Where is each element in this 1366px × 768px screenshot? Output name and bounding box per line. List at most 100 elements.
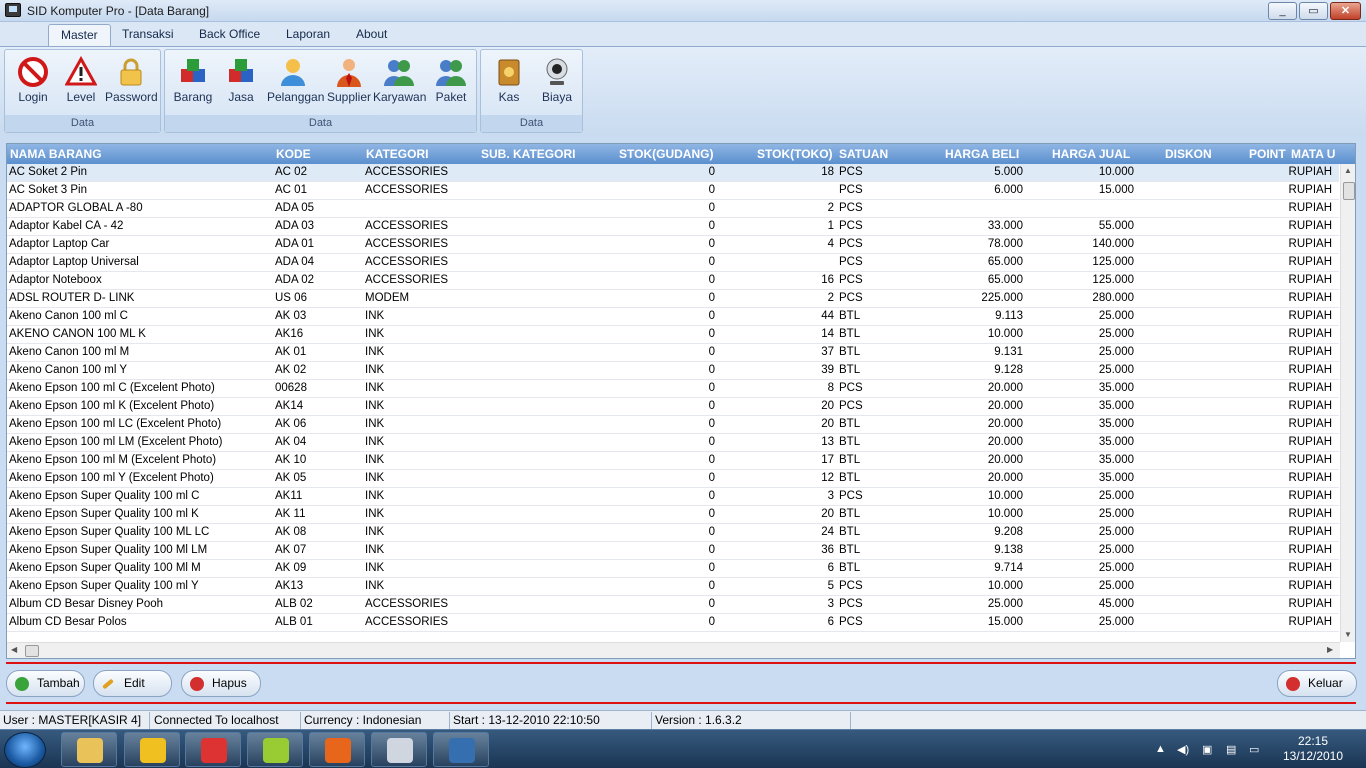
table-row[interactable]: Akeno Epson Super Quality 100 Ml LM AK 07…: [7, 542, 1339, 560]
col-stok-gudang[interactable]: STOK(GUDANG): [619, 147, 713, 161]
horizontal-scroll-thumb[interactable]: [25, 645, 39, 657]
tambah-button[interactable]: Tambah: [6, 670, 85, 697]
table-row[interactable]: Akeno Epson 100 ml M (Excelent Photo) AK …: [7, 452, 1339, 470]
col-satuan[interactable]: SATUAN: [839, 147, 888, 161]
volume-icon[interactable]: ◀): [1177, 743, 1189, 756]
table-row[interactable]: AC Soket 2 Pin AC 02 ACCESSORIES 0 18 PCS 5.00…: [7, 164, 1339, 182]
jasa-button[interactable]: Jasa: [215, 52, 267, 108]
table-row[interactable]: Akeno Epson 100 ml LM (Excelent Photo) AK…: [7, 434, 1339, 452]
table-row[interactable]: Akeno Epson 100 ml Y (Excelent Photo) AK …: [7, 470, 1339, 488]
table-cell: ADA 02: [275, 274, 314, 286]
taskbar-app-firefox[interactable]: [309, 732, 365, 767]
table-row[interactable]: Akeno Epson 100 ml C (Excelent Photo) 006…: [7, 380, 1339, 398]
table-row[interactable]: Akeno Canon 100 ml M AK 01 INK 0 37 BTL 9.131 2…: [7, 344, 1339, 362]
taskbar-app-explorer[interactable]: [61, 732, 117, 767]
col-point[interactable]: POINT: [1249, 147, 1286, 161]
paket-button[interactable]: Paket: [425, 52, 477, 108]
scroll-down-icon[interactable]: ▼: [1344, 630, 1352, 639]
table-row[interactable]: Akeno Canon 100 ml C AK 03 INK 0 44 BTL 9.113 2…: [7, 308, 1339, 326]
supplier-button[interactable]: Supplier: [323, 52, 375, 108]
col-sub-kategori[interactable]: SUB. KATEGORI: [481, 147, 575, 161]
pelanggan-button[interactable]: Pelanggan: [267, 52, 324, 108]
password-button[interactable]: Password: [105, 52, 158, 108]
taskbar-app-monitor[interactable]: [371, 732, 427, 767]
table-row[interactable]: AC Soket 3 Pin AC 01 ACCESSORIES 0 PCS 6.000 1…: [7, 182, 1339, 200]
col-kategori[interactable]: KATEGORI: [366, 147, 428, 161]
data-grid: NAMA BARANG KODE KATEGORI SUB. KATEGORI …: [6, 143, 1356, 659]
col-kode[interactable]: KODE: [276, 147, 311, 161]
level-button[interactable]: Level: [55, 52, 107, 108]
tab-back-office[interactable]: Back Office: [187, 24, 272, 46]
hs-icon: [263, 738, 289, 763]
col-harga-beli[interactable]: HARGA BELI: [945, 147, 1019, 161]
col-harga-jual[interactable]: HARGA JUAL: [1052, 147, 1130, 161]
scroll-up-icon[interactable]: ▲: [1344, 166, 1352, 175]
tab-master[interactable]: Master: [48, 24, 111, 46]
show-hidden-icons-icon[interactable]: ▲: [1155, 743, 1166, 755]
table-row[interactable]: AKENO CANON 100 ML K AK16 INK 0 14 BTL 10.000 2…: [7, 326, 1339, 344]
table-row[interactable]: Akeno Epson Super Quality 100 Ml M AK 09 I…: [7, 560, 1339, 578]
network-icon[interactable]: ▣: [1202, 743, 1212, 756]
hapus-button[interactable]: Hapus: [181, 670, 261, 697]
clock[interactable]: 22:15 13/12/2010: [1282, 734, 1344, 764]
col-nama-barang[interactable]: NAMA BARANG: [10, 147, 102, 161]
table-cell: AK 11: [275, 508, 306, 520]
col-stok-toko[interactable]: STOK(TOKO): [757, 147, 833, 161]
table-row[interactable]: Akeno Epson 100 ml LC (Excelent Photo) AK…: [7, 416, 1339, 434]
scroll-right-icon[interactable]: ▶: [1327, 645, 1333, 654]
taskbar-app-app-7[interactable]: [124, 732, 180, 767]
minimize-button[interactable]: _: [1268, 2, 1297, 20]
tab-about[interactable]: About: [344, 24, 399, 46]
table-row[interactable]: Akeno Epson Super Quality 100 ml Y AK13 IN…: [7, 578, 1339, 596]
barang-button[interactable]: Barang: [167, 52, 219, 108]
table-cell: AK 04: [275, 436, 307, 448]
table-cell: RUPIAH: [1288, 256, 1332, 268]
taskbar-app-media[interactable]: [433, 732, 489, 767]
tab-laporan[interactable]: Laporan: [274, 24, 342, 46]
table-row[interactable]: ADSL ROUTER D- LINK US 06 MODEM 0 2 PCS 225.00…: [7, 290, 1339, 308]
table-row[interactable]: Akeno Epson Super Quality 100 ml K AK 11 I…: [7, 506, 1339, 524]
horizontal-scrollbar[interactable]: ◀ ▶: [7, 642, 1340, 658]
karyawan-button[interactable]: Karyawan: [373, 52, 426, 108]
table-cell: ACCESSORIES: [365, 166, 449, 178]
maximize-button[interactable]: ▭: [1299, 2, 1328, 20]
table-cell: 140.000: [1092, 238, 1134, 250]
col-mata-uang[interactable]: MATA U: [1291, 147, 1335, 161]
vertical-scrollbar[interactable]: ▲ ▼: [1340, 164, 1355, 642]
tab-transaksi[interactable]: Transaksi: [110, 24, 186, 46]
table-cell: RUPIAH: [1288, 436, 1332, 448]
table-row[interactable]: Adaptor Laptop Car ADA 01 ACCESSORIES 0 4 PCS…: [7, 236, 1339, 254]
close-button[interactable]: ✕: [1330, 2, 1361, 20]
table-row[interactable]: Album CD Besar Disney Pooh ALB 02 ACCESSOR…: [7, 596, 1339, 614]
edit-button[interactable]: Edit: [93, 670, 172, 697]
table-row[interactable]: Akeno Canon 100 ml Y AK 02 INK 0 39 BTL 9.128 2…: [7, 362, 1339, 380]
kas-button[interactable]: Kas: [483, 52, 535, 108]
table-cell: ACCESSORIES: [365, 616, 449, 628]
taskbar-app-chrome[interactable]: [185, 732, 241, 767]
taskbar-app-hs[interactable]: [247, 732, 303, 767]
group-label: Data: [165, 115, 476, 132]
login-button[interactable]: Login: [7, 52, 59, 108]
vertical-scroll-thumb[interactable]: [1343, 182, 1355, 200]
table-cell: Adaptor Laptop Universal: [9, 256, 139, 268]
action-center-icon[interactable]: ▭: [1249, 743, 1259, 756]
table-row[interactable]: ADAPTOR GLOBAL A -80 ADA 05 0 2 PCS RUPIAH: [7, 200, 1339, 218]
table-row[interactable]: Adaptor Laptop Universal ADA 04 ACCESSORIE…: [7, 254, 1339, 272]
table-cell: 25.000: [1098, 310, 1134, 322]
table-row[interactable]: Akeno Epson Super Quality 100 ML LC AK 08…: [7, 524, 1339, 542]
biaya-button[interactable]: Biaya: [531, 52, 583, 108]
table-cell: 0: [708, 202, 715, 214]
table-row[interactable]: Album CD Besar Polos ALB 01 ACCESSORIES 0 6 P…: [7, 614, 1339, 632]
table-row[interactable]: Adaptor Noteboox ADA 02 ACCESSORIES 0 16 PCS 6…: [7, 272, 1339, 290]
table-row[interactable]: Akeno Epson Super Quality 100 ml C AK11 IN…: [7, 488, 1339, 506]
usb-icon[interactable]: ▤: [1226, 743, 1236, 756]
table-cell: 12: [821, 472, 834, 484]
col-diskon[interactable]: DISKON: [1165, 147, 1212, 161]
cash-book-icon: [498, 59, 520, 86]
scroll-left-icon[interactable]: ◀: [11, 645, 17, 654]
table-row[interactable]: Adaptor Kabel CA - 42 ADA 03 ACCESSORIES 0 1…: [7, 218, 1339, 236]
table-cell: PCS: [839, 616, 863, 628]
table-row[interactable]: Akeno Epson 100 ml K (Excelent Photo) AK1…: [7, 398, 1339, 416]
keluar-button[interactable]: Keluar: [1277, 670, 1357, 697]
start-button[interactable]: [4, 732, 46, 768]
